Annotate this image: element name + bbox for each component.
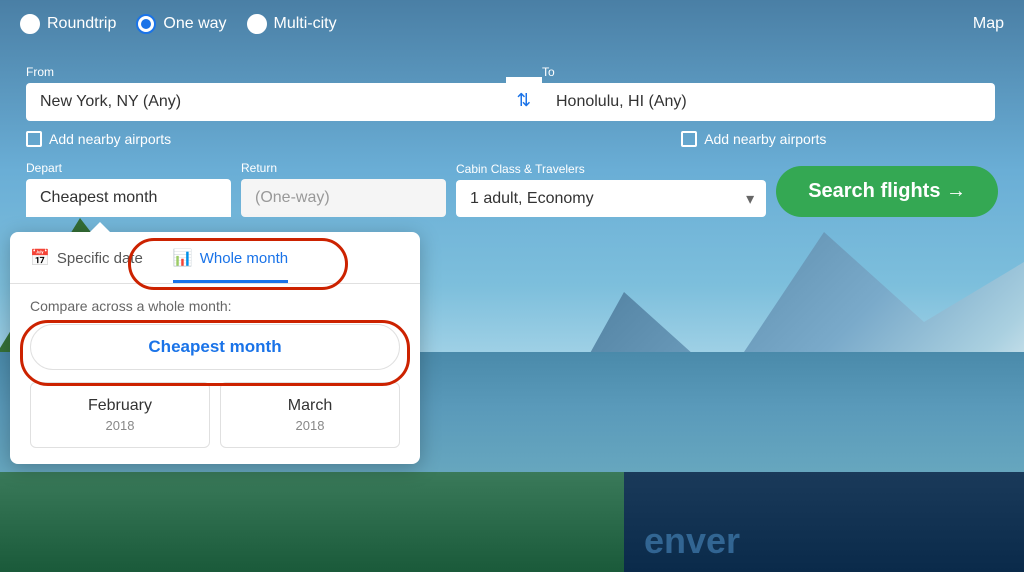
whole-month-label: Whole month [200, 250, 288, 267]
february-name: February [45, 397, 195, 415]
compare-text: Compare across a whole month: [10, 284, 420, 324]
action-row: Depart Return Cabin Class & Travelers 1 … [26, 161, 998, 217]
month-options: February 2018 March 2018 [10, 382, 420, 464]
from-label: From [26, 65, 506, 79]
multicity-radio[interactable] [247, 14, 267, 34]
bar-chart-icon: 📊 [173, 248, 193, 268]
oneway-label: One way [163, 15, 226, 33]
roundtrip-radio[interactable] [20, 14, 40, 34]
specific-date-tab[interactable]: 📅 Specific date [30, 248, 143, 283]
whole-month-tab[interactable]: 📊 Whole month [173, 248, 288, 283]
to-group: To [542, 65, 995, 121]
search-panel: From ⇄ To Add nearby airports Add nearby… [10, 55, 1014, 233]
route-row: From ⇄ To [26, 65, 998, 121]
return-group: Return [241, 161, 446, 217]
nearby-left[interactable]: Add nearby airports [26, 131, 171, 147]
march-card[interactable]: March 2018 [220, 382, 400, 448]
roundtrip-label: Roundtrip [47, 15, 116, 33]
cabin-select[interactable]: 1 adult, Economy [456, 180, 766, 217]
march-name: March [235, 397, 385, 415]
specific-date-label: Specific date [57, 250, 143, 267]
nearby-right-checkbox[interactable] [681, 131, 697, 147]
depart-input[interactable] [26, 179, 231, 217]
multicity-label: Multi-city [274, 15, 337, 33]
swap-icon: ⇄ [514, 91, 535, 106]
cheapest-option-wrapper: Cheapest month [10, 324, 420, 382]
date-picker-dropdown: 📅 Specific date 📊 Whole month Compare ac… [10, 232, 420, 464]
multicity-option[interactable]: Multi-city [247, 14, 337, 34]
from-input[interactable] [26, 83, 506, 121]
search-button[interactable]: Search flights → [776, 166, 998, 217]
nearby-right-label: Add nearby airports [704, 131, 826, 147]
from-group: From [26, 65, 506, 121]
date-picker-tabs: 📅 Specific date 📊 Whole month [10, 232, 420, 283]
oneway-radio[interactable] [136, 14, 156, 34]
trip-type-group: Roundtrip One way Multi-city [20, 14, 337, 34]
march-year: 2018 [235, 418, 385, 433]
depart-group: Depart [26, 161, 231, 217]
oneway-option[interactable]: One way [136, 14, 226, 34]
nearby-left-checkbox[interactable] [26, 131, 42, 147]
city-silhouette [624, 472, 1024, 572]
february-year: 2018 [45, 418, 195, 433]
february-card[interactable]: February 2018 [30, 382, 210, 448]
nearby-right[interactable]: Add nearby airports [681, 131, 826, 147]
cabin-group: Cabin Class & Travelers 1 adult, Economy [456, 162, 766, 217]
calendar-icon: 📅 [30, 248, 50, 268]
header-bar: Roundtrip One way Multi-city Map [0, 0, 1024, 48]
map-button[interactable]: Map [973, 15, 1004, 33]
cheapest-month-option[interactable]: Cheapest month [30, 324, 400, 370]
to-label: To [542, 65, 995, 79]
depart-label: Depart [26, 161, 231, 175]
to-input[interactable] [542, 83, 995, 121]
return-input[interactable] [241, 179, 446, 217]
return-label: Return [241, 161, 446, 175]
swap-button[interactable]: ⇄ [506, 77, 542, 121]
nearby-left-label: Add nearby airports [49, 131, 171, 147]
cabin-label: Cabin Class & Travelers [456, 162, 766, 176]
cabin-select-wrapper: 1 adult, Economy [456, 180, 766, 217]
nearby-row: Add nearby airports Add nearby airports [26, 131, 998, 147]
roundtrip-option[interactable]: Roundtrip [20, 14, 116, 34]
